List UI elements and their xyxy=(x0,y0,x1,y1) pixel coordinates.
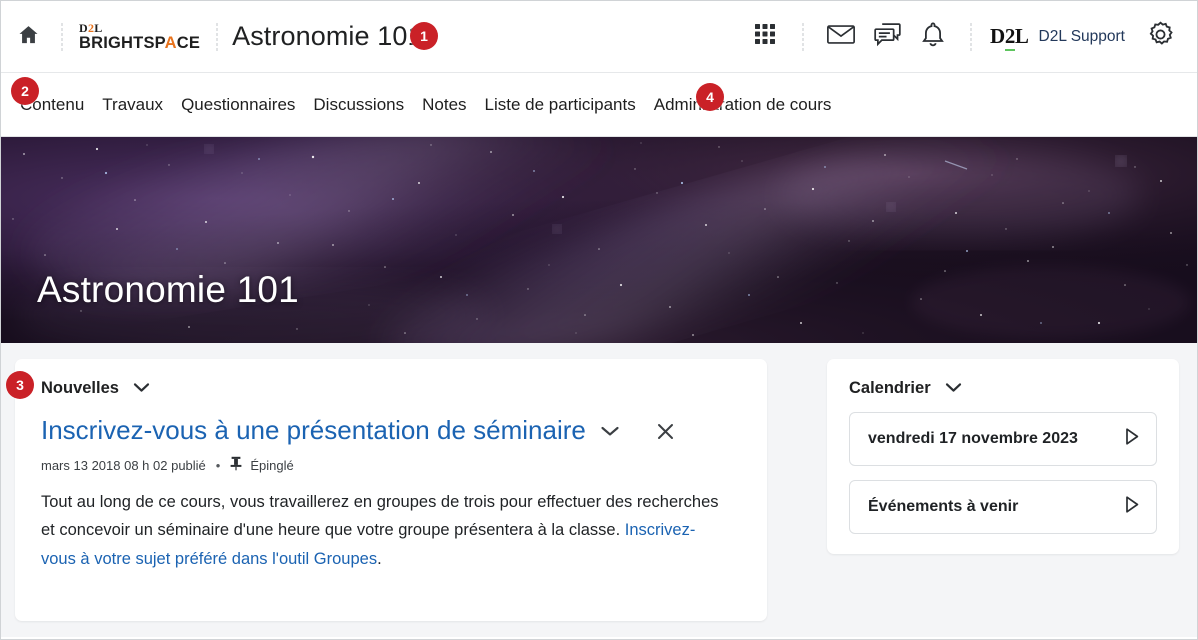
header-divider-1 xyxy=(61,21,63,52)
announcement-body: Tout au long de ce cours, vous travaille… xyxy=(15,474,745,573)
update-alerts-button[interactable] xyxy=(910,15,956,59)
starfield-image xyxy=(1,137,1197,343)
callout-badge-4: 4 xyxy=(696,83,724,111)
announcement-body-text-2: . xyxy=(377,549,382,568)
left-column: Nouvelles Inscrivez-vous à une présentat… xyxy=(15,359,767,637)
announcement-body-text-1: Tout au long de ce cours, vous travaille… xyxy=(41,493,719,540)
calendar-widget: Calendrier vendredi 17 novembre 2023 Évé… xyxy=(827,359,1179,554)
brand-d2l-text: D2L xyxy=(79,20,103,35)
home-button[interactable] xyxy=(9,18,47,56)
calendar-widget-title: Calendrier xyxy=(849,379,931,397)
global-header: D2L BRIGHTSPACE Astronomie 101 D2L D2L S… xyxy=(1,1,1197,73)
email-icon xyxy=(826,22,856,51)
announcement-close-icon[interactable] xyxy=(656,422,675,446)
calendar-item-date[interactable]: vendredi 17 novembre 2023 xyxy=(849,412,1157,466)
d2l-support-logo[interactable]: D2L xyxy=(990,24,1029,51)
calendar-item-label: Événements à venir xyxy=(868,498,1019,515)
course-selector-icon xyxy=(752,21,778,52)
play-arrow-icon xyxy=(1124,427,1140,451)
announcements-widget-title: Nouvelles xyxy=(41,379,119,397)
d2l-support-link[interactable]: D2L Support xyxy=(1039,28,1125,46)
course-selector-button[interactable] xyxy=(742,15,788,59)
announcement-meta: mars 13 2018 08 h 02 publié • Épinglé xyxy=(15,446,767,474)
play-arrow-icon xyxy=(1124,495,1140,519)
meta-separator: • xyxy=(215,457,221,473)
email-button[interactable] xyxy=(818,15,864,59)
gear-icon xyxy=(1146,20,1175,54)
nav-item-liste-de-participants[interactable]: Liste de participants xyxy=(476,91,645,119)
callout-badge-3: 3 xyxy=(6,371,34,399)
chat-bubble-icon xyxy=(873,21,902,52)
settings-button[interactable] xyxy=(1137,15,1183,59)
header-divider-2 xyxy=(216,21,219,52)
course-banner: Astronomie 101 xyxy=(1,137,1197,343)
pin-icon xyxy=(230,456,242,474)
banner-course-title: Astronomie 101 xyxy=(37,269,299,310)
nav-item-travaux[interactable]: Travaux xyxy=(93,91,172,119)
calendar-item-label: vendredi 17 novembre 2023 xyxy=(868,430,1078,447)
announcement-title-link[interactable]: Inscrivez-vous à une présentation de sém… xyxy=(41,416,586,445)
callout-badge-2: 2 xyxy=(11,77,39,105)
nav-item-questionnaires[interactable]: Questionnaires xyxy=(172,91,304,119)
header-actions: D2L D2L Support xyxy=(742,15,1183,59)
header-divider-4 xyxy=(970,21,973,52)
announcement-chevron-down-icon[interactable] xyxy=(600,424,620,442)
calendar-item-upcoming[interactable]: Événements à venir xyxy=(849,480,1157,534)
subscription-alerts-button[interactable] xyxy=(864,15,910,59)
course-navbar: Contenu Travaux Questionnaires Discussio… xyxy=(1,73,1197,137)
nav-item-discussions[interactable]: Discussions xyxy=(304,91,413,119)
calendar-widget-header[interactable]: Calendrier xyxy=(827,359,1179,398)
chevron-down-icon[interactable] xyxy=(945,380,962,398)
right-column: Calendrier vendredi 17 novembre 2023 Évé… xyxy=(827,359,1179,637)
announcements-widget-header[interactable]: Nouvelles xyxy=(15,359,767,398)
course-title-header[interactable]: Astronomie 101 xyxy=(232,21,423,52)
announcement-date: mars 13 2018 08 h 02 publié xyxy=(41,457,206,473)
header-divider-3 xyxy=(802,21,805,52)
app-window: D2L BRIGHTSPACE Astronomie 101 D2L D2L S… xyxy=(0,0,1198,640)
home-icon xyxy=(17,23,40,51)
nav-item-notes[interactable]: Notes xyxy=(413,91,475,119)
bell-icon xyxy=(920,21,946,53)
homepage-content: Nouvelles Inscrivez-vous à une présentat… xyxy=(1,343,1197,637)
pinned-label: Épinglé xyxy=(250,457,294,473)
announcements-widget: Nouvelles Inscrivez-vous à une présentat… xyxy=(15,359,767,621)
nav-item-administration-de-cours[interactable]: Administration de cours xyxy=(645,91,841,119)
chevron-down-icon[interactable] xyxy=(133,380,150,398)
callout-badge-1: 1 xyxy=(410,22,438,50)
announcement-header-row: Inscrivez-vous à une présentation de sém… xyxy=(15,398,767,446)
brand-brightspace-text: BRIGHTSPACE xyxy=(79,33,201,52)
brightspace-logo[interactable]: D2L BRIGHTSPACE xyxy=(77,22,202,52)
